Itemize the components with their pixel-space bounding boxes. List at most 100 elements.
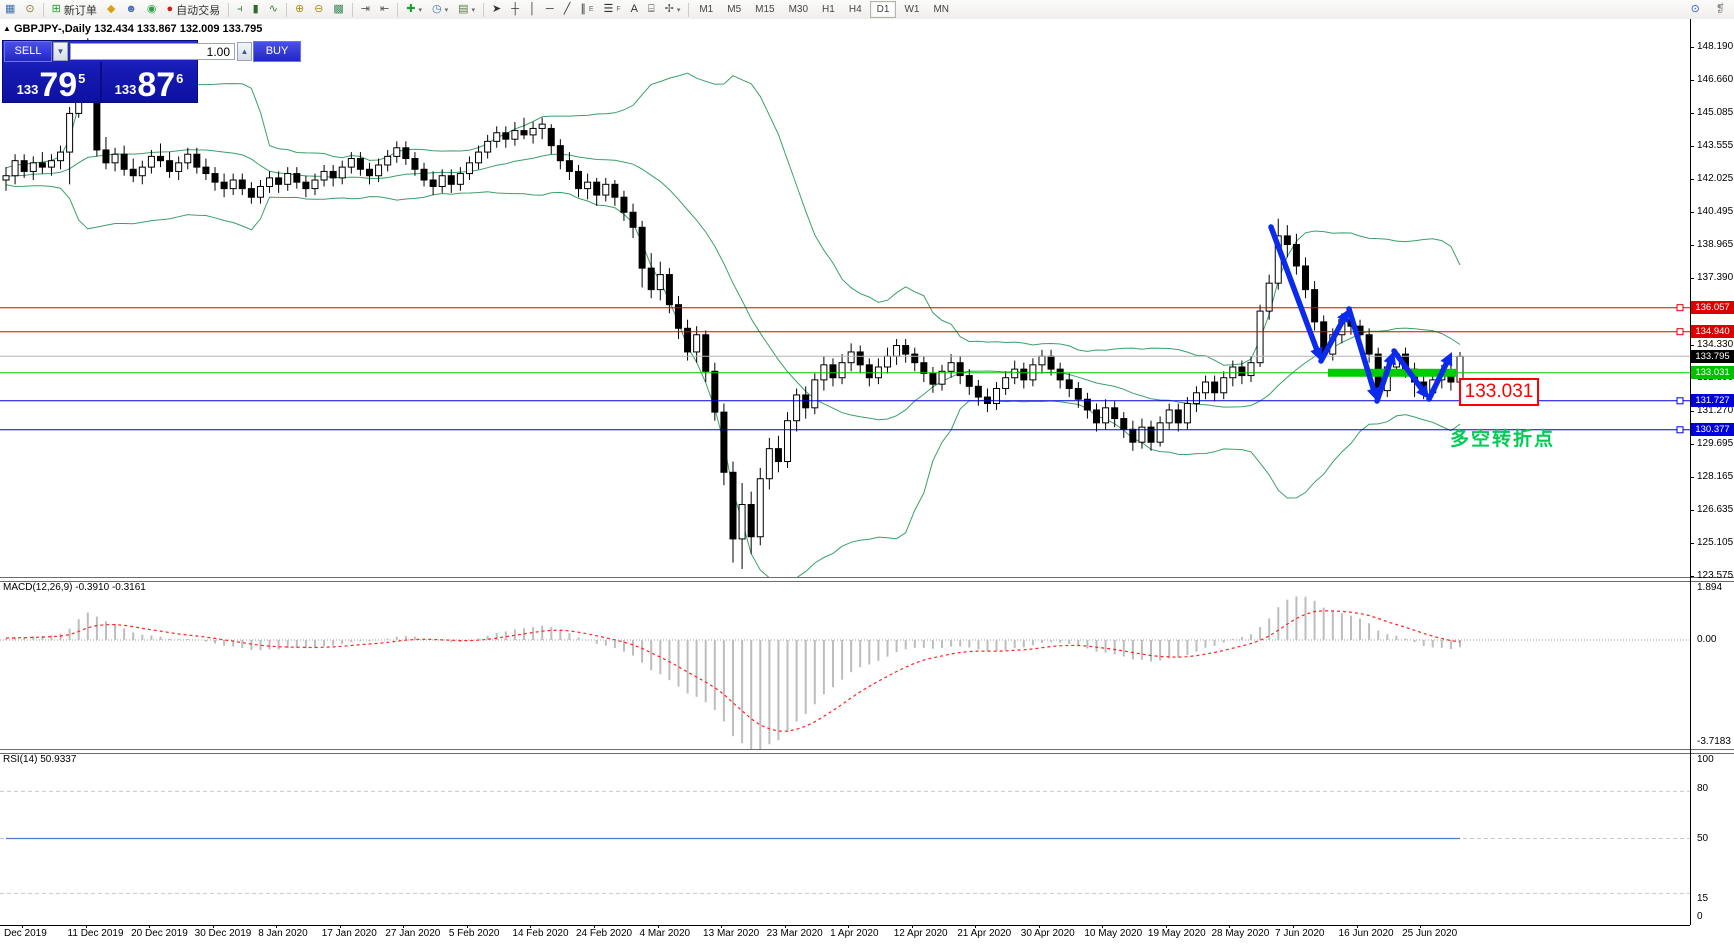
- timeframe-button-mn[interactable]: MN: [927, 2, 955, 17]
- cursor-tool-icon[interactable]: ➤: [487, 1, 506, 18]
- text-tool-icon[interactable]: A: [626, 1, 643, 18]
- price-badge: 134.940: [1691, 325, 1734, 339]
- time-axis-label: 10 May 2020: [1084, 928, 1143, 939]
- fibonacci-tool-icon[interactable]: ☰ F: [598, 1, 625, 18]
- toolbar-separator: [483, 2, 484, 17]
- line-chart-mode-icon[interactable]: ∿: [264, 1, 283, 18]
- new-order-icon: ⊞: [51, 3, 61, 15]
- chart-area[interactable]: ▲ GBPJPY-,Daily 132.434 133.867 132.009 …: [0, 19, 1734, 947]
- time-tick-mark: [149, 925, 151, 928]
- time-tick-mark: [212, 925, 214, 928]
- sell-price[interactable]: 133 79 5: [3, 62, 99, 102]
- chat-icon[interactable]: ❡: [1711, 1, 1730, 18]
- pivot-text-annotation[interactable]: 多空转折点: [1450, 424, 1555, 451]
- time-axis-label: 23 Mar 2020: [766, 928, 823, 939]
- timeframe-button-w1[interactable]: W1: [898, 2, 925, 17]
- time-axis-label: 24 Feb 2020: [575, 928, 633, 939]
- new-order-button[interactable]: ⊞ 新订单: [47, 1, 102, 18]
- search-icon[interactable]: ⊙: [1686, 1, 1705, 18]
- time-tick-mark: [22, 925, 23, 928]
- vertical-line-tool-icon[interactable]: │: [524, 1, 541, 18]
- toolbar-separator: [285, 2, 287, 17]
- time-axis-label: Dec 2019: [4, 928, 47, 939]
- buy-price[interactable]: 133 87 6: [101, 62, 197, 102]
- buy-button[interactable]: BUY: [253, 41, 301, 62]
- timeframe-button-h4[interactable]: H4: [843, 2, 868, 17]
- auto-scroll-icon[interactable]: ⇥: [356, 1, 375, 18]
- axis-label: 145.085: [1697, 107, 1734, 119]
- sell-button[interactable]: SELL: [4, 41, 52, 62]
- axis-label: 134.330: [1697, 338, 1734, 350]
- time-tick-mark: [1165, 925, 1167, 928]
- shapes-tool-icon[interactable]: ✢ ▾: [660, 1, 686, 18]
- thick-green-support-line[interactable]: [1328, 368, 1456, 377]
- macd-values: -0.3910 -0.3161: [75, 582, 146, 593]
- time-axis-label: 1 Apr 2020: [830, 928, 879, 939]
- volume-input[interactable]: [70, 43, 235, 60]
- zoom-in-icon[interactable]: ⊕: [290, 1, 309, 18]
- auto-trading-button[interactable]: ● 自动交易: [162, 1, 226, 18]
- templates-icon[interactable]: ▤ ▾: [453, 1, 480, 18]
- signals-icon[interactable]: ◉: [142, 1, 162, 18]
- time-tick-mark: [1420, 925, 1422, 928]
- candle-chart-mode-icon[interactable]: ▮: [248, 1, 264, 18]
- timeframe-button-d1[interactable]: D1: [869, 1, 897, 18]
- time-axis-label: 27 Jan 2020: [385, 928, 441, 939]
- time-tick-mark: [975, 925, 977, 928]
- trendline-tool-icon[interactable]: ╱: [559, 1, 576, 18]
- timeframe-button-m15[interactable]: M15: [749, 2, 780, 17]
- time-axis-label: 21 Apr 2020: [957, 928, 1012, 939]
- timeframe-button-m30[interactable]: M30: [783, 2, 814, 17]
- axis-tick-mark: [1690, 509, 1694, 511]
- tile-windows-icon[interactable]: ▩: [328, 1, 348, 18]
- expert-advisor-icon[interactable]: ☻: [120, 1, 142, 18]
- axis-tick-mark: [1690, 80, 1694, 82]
- axis-label: 50: [1697, 833, 1709, 844]
- timeframe-button-m1[interactable]: M1: [693, 2, 719, 17]
- volume-increase-button[interactable]: ▲: [237, 42, 252, 61]
- time-axis-label: 11 Dec 2019: [67, 928, 124, 939]
- time-tick-mark: [1038, 925, 1040, 928]
- chart-shift-icon[interactable]: ⇤: [375, 1, 394, 18]
- indicators-add-icon[interactable]: ✚ ▾: [401, 1, 427, 18]
- candlesticks: [2, 38, 1464, 569]
- crosshair-tool-icon[interactable]: ┼: [506, 1, 524, 18]
- periods-clock-icon[interactable]: ◷ ▾: [427, 1, 453, 18]
- time-tick-mark: [530, 925, 532, 928]
- time-axis-label: 7 Jun 2020: [1275, 928, 1325, 939]
- preview-icon[interactable]: ⊙: [20, 1, 39, 18]
- timeframe-button-h1[interactable]: H1: [816, 2, 841, 17]
- time-tick-mark: [85, 925, 87, 928]
- channel-tool-icon[interactable]: ∥ E: [575, 1, 598, 18]
- text-label-tool-icon[interactable]: ⌸: [643, 1, 660, 18]
- chart-canvas[interactable]: [0, 19, 1734, 947]
- panel-separator[interactable]: [0, 749, 1734, 754]
- sell-price-prefix: 133: [16, 82, 39, 97]
- time-axis-label: 13 Mar 2020: [703, 928, 760, 939]
- axis-label: 148.190: [1697, 41, 1734, 52]
- axis-tick-mark: [1690, 476, 1694, 478]
- timeframe-button-m5[interactable]: M5: [721, 2, 747, 17]
- axis-tick-mark: [1690, 146, 1694, 148]
- time-axis-label: 30 Apr 2020: [1020, 928, 1075, 939]
- chart-window-icon[interactable]: ▦: [0, 1, 20, 18]
- mt4-window: ▦ ⊙ ⊞ 新订单 ◆ ☻ ◉ ● 自动交易 ⫞ ▮ ∿ ⊕ ⊖ ▩ ⇥ ⇤ ✚…: [0, 0, 1734, 947]
- bar-chart-mode-icon[interactable]: ⫞: [232, 1, 248, 18]
- toolbar-separator: [228, 2, 230, 17]
- axis-label: 0.00: [1697, 634, 1717, 645]
- styles-icon[interactable]: ◆: [102, 1, 120, 18]
- horizontal-line-tool-icon[interactable]: ─: [541, 1, 559, 18]
- one-click-collapse-icon[interactable]: ▲: [3, 24, 11, 33]
- axis-tick-mark: [1690, 212, 1694, 214]
- zoom-out-icon[interactable]: ⊖: [309, 1, 328, 18]
- axis-label: 0: [1697, 911, 1703, 922]
- price-annotation-label[interactable]: 133.031: [1459, 378, 1539, 406]
- axis-tick-mark: [1690, 113, 1694, 115]
- time-tick-mark: [784, 925, 786, 928]
- axis-tick-mark: [1690, 245, 1694, 247]
- time-tick-mark: [657, 925, 659, 928]
- axis-tick-mark: [1690, 179, 1694, 181]
- panel-separator[interactable]: [0, 577, 1734, 582]
- volume-decrease-button[interactable]: ▼: [53, 42, 68, 61]
- time-tick-mark: [1293, 925, 1294, 928]
